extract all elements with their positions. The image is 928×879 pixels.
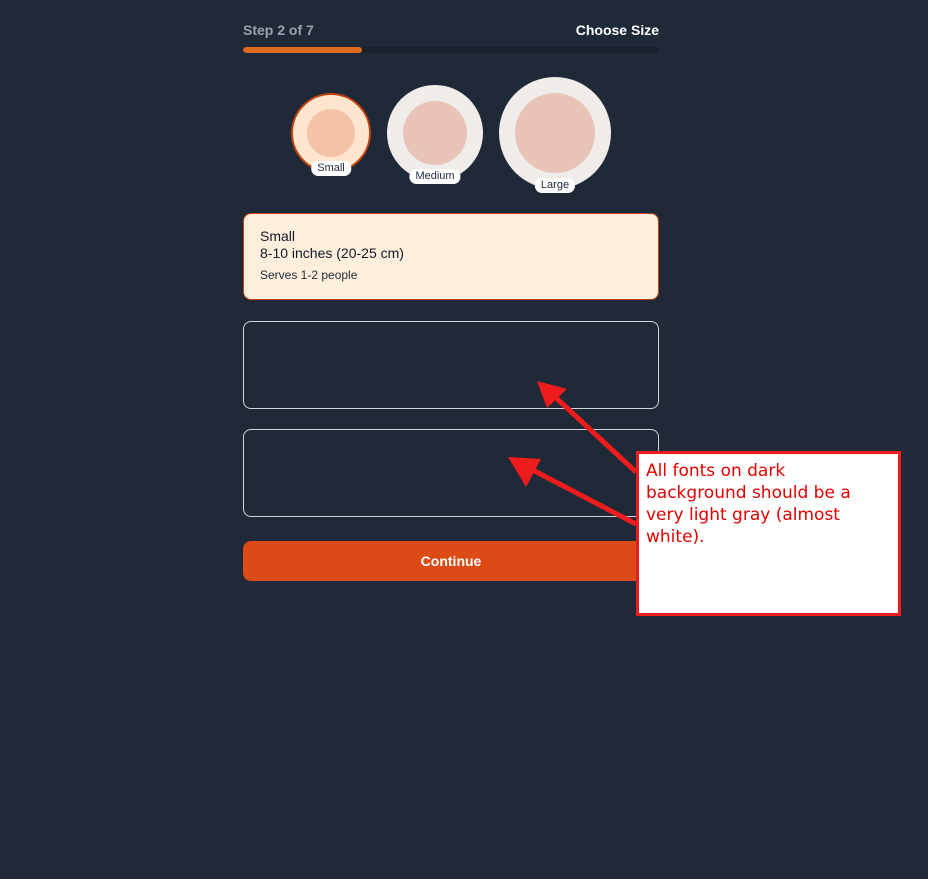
annotation-arrow — [551, 393, 638, 474]
size-selection-screen: Step 2 of 7 Choose Size Small Medium Lar… — [0, 0, 928, 879]
annotation-arrows — [508, 381, 638, 527]
annotation-arrow — [523, 463, 638, 527]
annotation-text: All fonts on dark background should be a… — [646, 461, 851, 547]
annotation-callout: All fonts on dark background should be a… — [636, 451, 901, 616]
